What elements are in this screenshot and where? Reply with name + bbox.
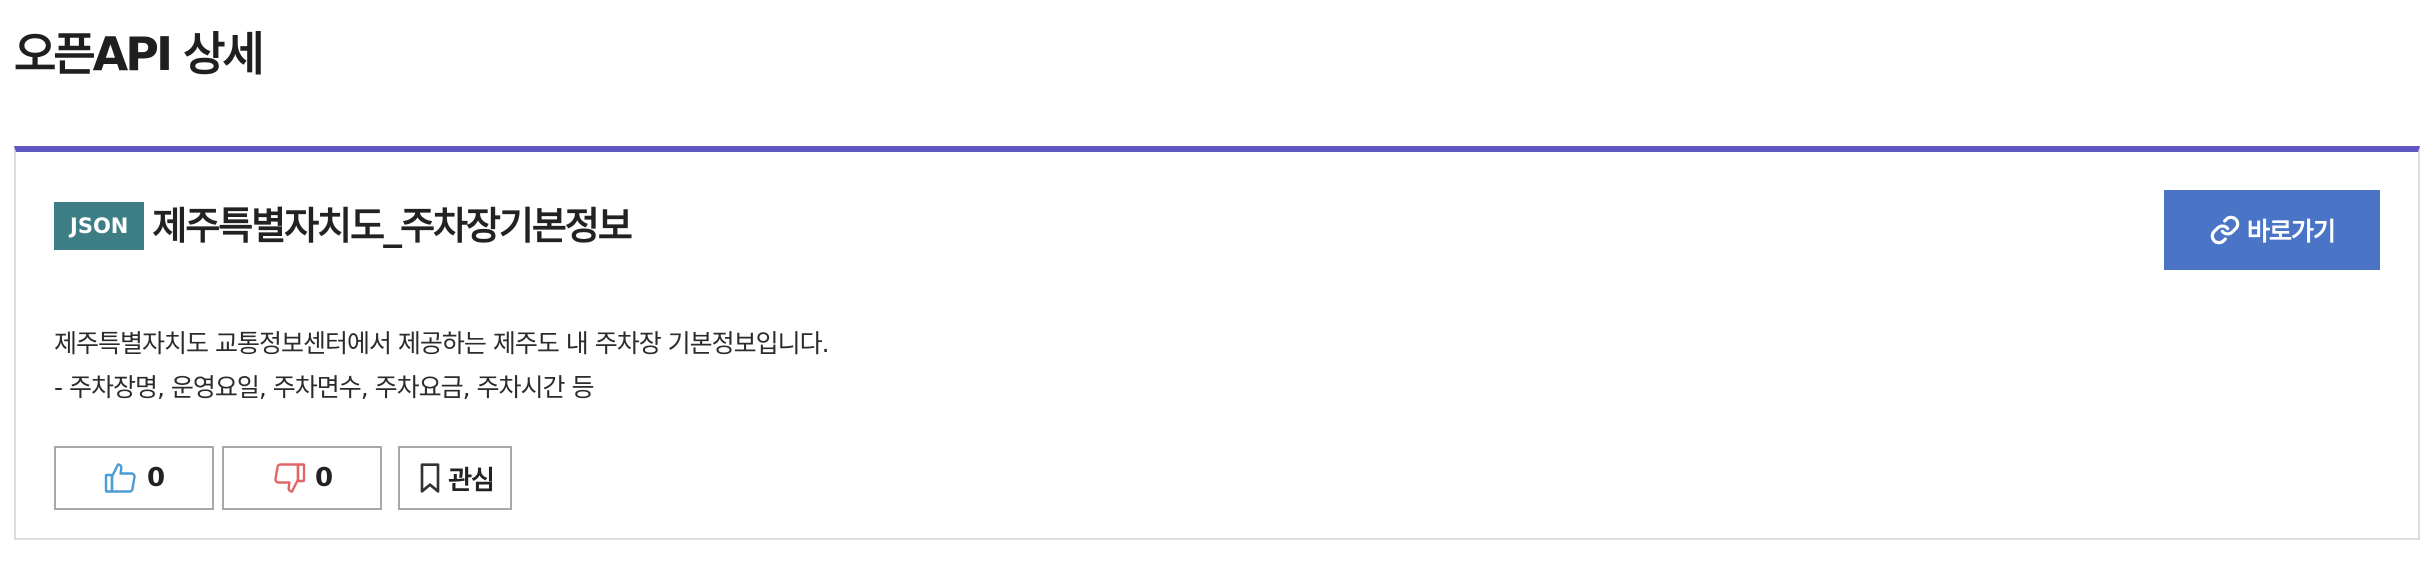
api-description: 제주특별자치도 교통정보센터에서 제공하는 제주도 내 주차장 기본정보입니다.… bbox=[54, 322, 830, 410]
api-name: 제주특별자치도_주차장기본정보 bbox=[152, 204, 632, 248]
action-bar: 0 0 관심 bbox=[54, 446, 520, 510]
like-count: 0 bbox=[146, 463, 166, 493]
api-detail-card: JSON 제주특별자치도_주차장기본정보 바로가기 제주특별자치도 교통정보센터… bbox=[14, 146, 2420, 540]
format-badge: JSON bbox=[54, 202, 145, 250]
card-header: JSON 제주특별자치도_주차장기본정보 bbox=[54, 202, 633, 250]
bookmark-icon bbox=[416, 462, 444, 494]
api-detail-page: 오픈API 상세 JSON 제주특별자치도_주차장기본정보 바로가기 제주특별자… bbox=[0, 0, 2436, 562]
favorite-button[interactable]: 관심 bbox=[398, 446, 512, 510]
description-line: 제주특별자치도 교통정보센터에서 제공하는 제주도 내 주차장 기본정보입니다. bbox=[54, 329, 830, 358]
link-icon bbox=[2209, 214, 2241, 246]
goto-button[interactable]: 바로가기 bbox=[2164, 190, 2380, 270]
thumbs-down-icon bbox=[271, 460, 307, 496]
dislike-button[interactable]: 0 bbox=[222, 446, 382, 510]
goto-button-label: 바로가기 bbox=[2246, 217, 2336, 246]
dislike-count: 0 bbox=[314, 463, 334, 493]
thumbs-up-icon bbox=[103, 460, 139, 496]
page-title: 오픈API 상세 bbox=[14, 27, 265, 81]
description-line: - 주차장명, 운영요일, 주차면수, 주차요금, 주차시간 등 bbox=[54, 373, 594, 402]
favorite-label: 관심 bbox=[448, 465, 495, 496]
like-button[interactable]: 0 bbox=[54, 446, 214, 510]
